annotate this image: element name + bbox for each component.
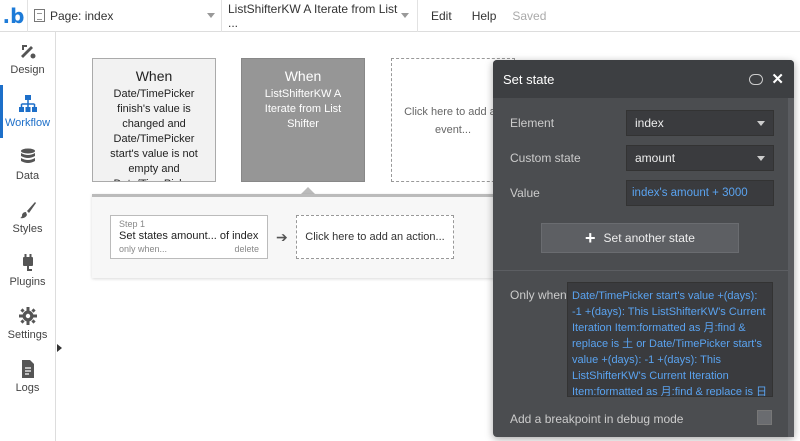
set-another-state-button[interactable]: + Set another state — [541, 223, 739, 253]
gear-icon — [18, 307, 37, 325]
sidebar-item-data[interactable]: Data — [0, 138, 55, 191]
event-description: Date/TimePicker finish's value is change… — [110, 88, 198, 181]
plus-icon: + — [585, 228, 596, 248]
actions-panel: Step 1 Set states amount... of index onl… — [92, 194, 512, 278]
event-card-listshifter[interactable]: When ListShifterKW A Iterate from List S… — [241, 58, 365, 182]
chevron-down-icon — [401, 13, 409, 18]
sidebar-item-label: Styles — [12, 223, 43, 235]
sidebar-item-styles[interactable]: Styles — [0, 191, 55, 244]
sidebar-item-label: Data — [15, 170, 40, 182]
plug-icon — [22, 254, 33, 271]
value-expression[interactable]: index's amount + 3000 — [626, 180, 774, 206]
only-when-label: Only when — [510, 288, 567, 302]
divider — [493, 270, 794, 271]
step-only-when[interactable]: only when... — [119, 244, 167, 254]
element-row: Element index — [510, 110, 774, 136]
dialog-scrollbar[interactable] — [788, 98, 794, 437]
breakpoint-label: Add a breakpoint in debug mode — [510, 412, 684, 426]
value-row: Value index's amount + 3000 — [510, 180, 774, 206]
event-when-label: When — [284, 68, 322, 84]
chevron-down-icon — [757, 120, 765, 126]
sidebar-item-plugins[interactable]: Plugins — [0, 244, 55, 297]
breakpoint-checkbox[interactable] — [757, 410, 772, 425]
bubble-logo[interactable]: .b — [0, 0, 28, 32]
brush-icon — [19, 202, 36, 219]
step-card[interactable]: Step 1 Set states amount... of index onl… — [110, 215, 268, 259]
help-menu[interactable]: Help — [462, 0, 507, 32]
edit-menu[interactable]: Edit — [418, 0, 462, 32]
element-selector[interactable]: ListShifterKW A Iterate from List ... — [222, 0, 418, 32]
database-icon — [20, 148, 35, 163]
event-when-label: When — [135, 68, 173, 84]
step-delete-link[interactable]: delete — [234, 244, 259, 254]
element-selector-label: ListShifterKW A Iterate from List ... — [228, 1, 398, 30]
sidebar-item-label: Settings — [7, 329, 48, 341]
sidebar-item-label: Logs — [15, 382, 40, 394]
collapse-sidebar-icon[interactable] — [57, 344, 62, 352]
add-action-button[interactable]: Click here to add an action... — [296, 215, 454, 259]
set-another-label: Set another state — [603, 231, 695, 245]
step-title: Set states amount... of index — [119, 230, 259, 242]
arrow-right-icon: ➔ — [276, 229, 288, 245]
sidebar-item-label: Workflow — [4, 117, 51, 129]
saved-status: Saved — [512, 8, 547, 23]
event-description: ListShifterKW A Iterate from List Shifte… — [264, 88, 342, 130]
workflow-icon — [18, 95, 37, 112]
design-icon — [20, 45, 35, 59]
dialog-title: Set state — [503, 71, 555, 87]
close-icon[interactable]: ✕ — [771, 72, 784, 87]
comment-icon[interactable] — [749, 73, 764, 85]
element-dropdown-value: index — [635, 116, 664, 130]
set-state-dialog: Set state ✕ Element index Custom state a… — [493, 60, 794, 437]
sidebar-item-design[interactable]: Design — [0, 32, 55, 85]
dialog-header: Set state ✕ — [493, 60, 794, 98]
step-number: Step 1 — [119, 219, 146, 229]
event-card-datetime[interactable]: When Date/TimePicker finish's value is c… — [92, 58, 216, 182]
custom-state-row: Custom state amount — [510, 145, 774, 171]
chevron-down-icon — [207, 13, 215, 18]
sidebar-item-settings[interactable]: Settings — [0, 297, 55, 350]
page-selector-label: Page: index — [50, 8, 114, 23]
element-label: Element — [510, 116, 555, 130]
left-sidebar: Design Workflow Data Styles Plugins Sett… — [0, 32, 56, 441]
chevron-down-icon — [757, 155, 765, 161]
document-icon — [21, 360, 34, 378]
custom-state-label: Custom state — [510, 151, 581, 165]
custom-state-value: amount — [635, 151, 676, 165]
custom-state-dropdown[interactable]: amount — [626, 145, 774, 171]
value-label: Value — [510, 186, 540, 200]
selected-event-pointer — [301, 187, 315, 194]
top-bar: .b Page: index ListShifterKW A Iterate f… — [0, 0, 800, 32]
sidebar-item-workflow[interactable]: Workflow — [0, 85, 55, 138]
sidebar-item-logs[interactable]: Logs — [0, 350, 55, 403]
element-dropdown[interactable]: index — [626, 110, 774, 136]
page-icon — [34, 9, 45, 22]
page-selector[interactable]: Page: index — [28, 0, 222, 32]
sidebar-item-label: Plugins — [9, 276, 46, 288]
only-when-expression[interactable]: Date/TimePicker start's value +(days): -… — [567, 282, 773, 397]
sidebar-item-label: Design — [10, 64, 45, 76]
